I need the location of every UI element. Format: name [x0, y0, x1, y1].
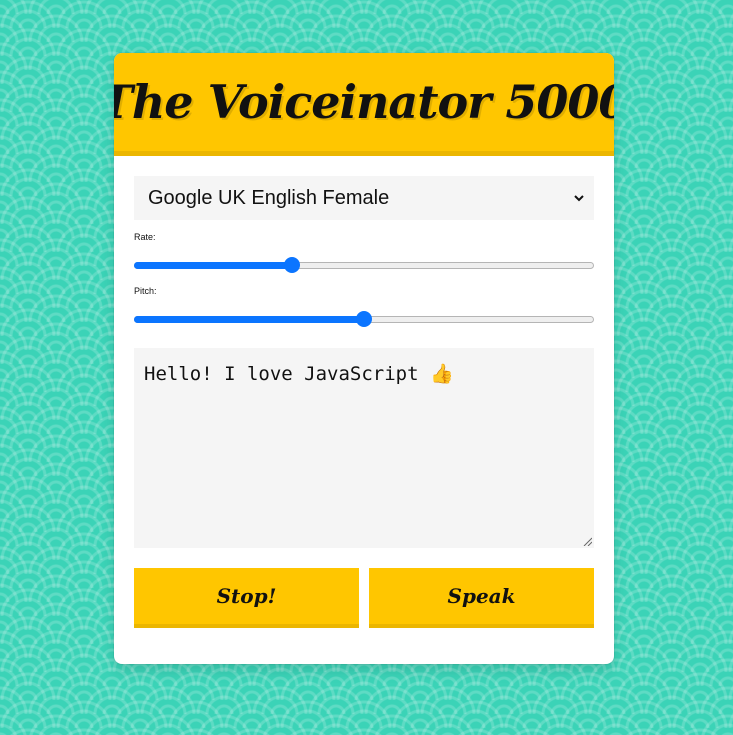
page-background: { "app": { "title": "The Voiceinator 500… [0, 0, 733, 735]
button-row: Stop! Speak [134, 568, 594, 628]
stop-button[interactable]: Stop! [134, 568, 359, 628]
rate-slider-fill [134, 262, 293, 269]
pitch-label: Pitch: [134, 286, 157, 296]
pitch-slider[interactable] [134, 310, 594, 328]
header: The Voiceinator 5000 [114, 53, 614, 156]
voice-select-value: Google UK English Female [148, 186, 390, 209]
message-textarea[interactable]: Hello! I love JavaScript 👍 [134, 348, 594, 548]
rate-slider[interactable] [134, 256, 594, 274]
voice-select[interactable]: Google UK English Female [134, 176, 594, 220]
voiceinator-card: The Voiceinator 5000 Google UK English F… [114, 53, 614, 664]
pitch-slider-fill [134, 316, 364, 323]
speak-button[interactable]: Speak [369, 568, 594, 628]
app-title: The Voiceinator 5000 [114, 75, 614, 129]
chevron-down-icon [574, 195, 584, 202]
pitch-slider-thumb[interactable] [356, 311, 372, 327]
controls: Google UK English Female Rate: Pitch: He… [114, 156, 614, 628]
rate-label: Rate: [134, 232, 156, 242]
resize-grip-icon[interactable] [582, 536, 592, 546]
message-text: Hello! I love JavaScript 👍 [144, 363, 454, 385]
rate-slider-thumb[interactable] [284, 257, 301, 273]
